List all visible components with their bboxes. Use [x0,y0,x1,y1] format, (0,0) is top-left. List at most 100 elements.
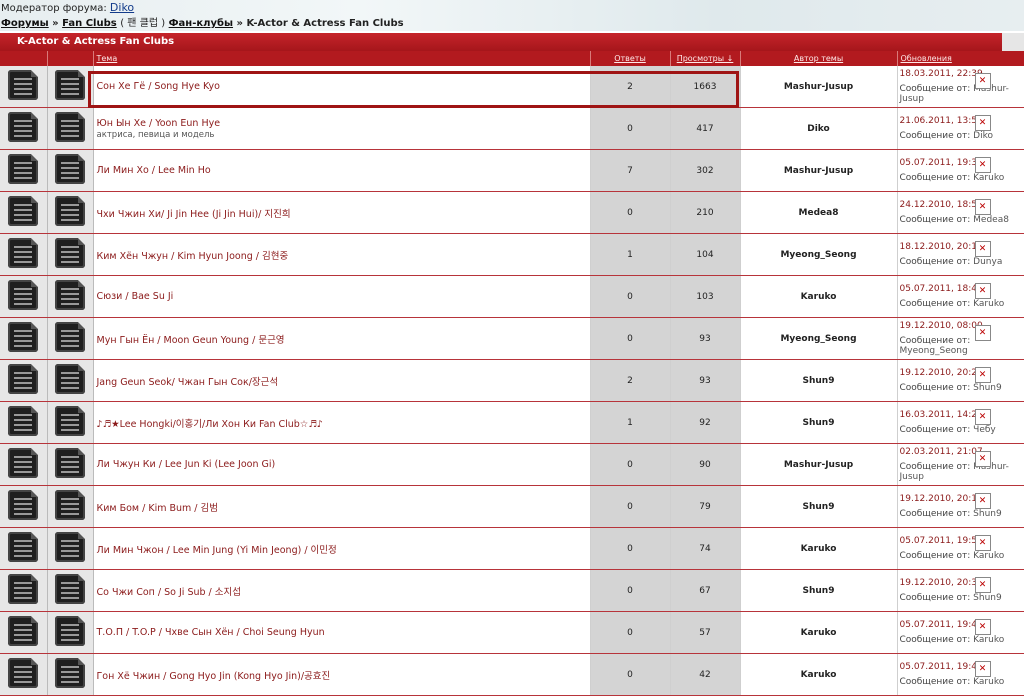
topic-author-link[interactable]: Myeong_Seong [740,317,898,360]
table-row[interactable]: Чхи Чжин Хи/ Ji Jin Hee (Ji Jin Hui)/ 지진… [0,191,1024,234]
topic-status-cell [0,653,48,696]
topic-title-link[interactable]: Со Чжи Соп / So Ji Sub / 소지섭 [97,587,242,598]
topic-author-link[interactable]: Mashur-Jusup [740,443,898,486]
table-row[interactable]: ♪♬★Lee Hongki/이홍기/Ли Хон Ки Fan Club☆♬♪ 1… [0,401,1024,444]
last-post-user[interactable]: Shun9 [973,593,1002,603]
sort-author-link[interactable]: Автор темы [794,54,843,63]
last-post-user[interactable]: Diko [973,131,993,141]
topic-title-link[interactable]: Ким Хён Чжун / Kim Hyun Joong / 김현중 [97,251,289,262]
last-post-by: Сообщение от: Mashur-Jusup [900,84,1024,104]
last-update-cell: 02.03.2011, 21:07 Сообщение от: Mashur-Ju… [897,443,1024,486]
last-post-user[interactable]: Shun9 [973,509,1002,519]
last-post-by: Сообщение от: Myeong_Seong [900,336,1024,356]
topic-title-link[interactable]: Мун Гын Ён / Moon Geun Young / 문근영 [97,335,285,346]
breadcrumb-forums[interactable]: Форумы [1,18,49,29]
last-post-user[interactable]: Karuko [973,299,1004,309]
last-update-cell: 18.03.2011, 22:39 Сообщение от: Mashur-Ju… [897,66,1024,108]
close-box-icon[interactable]: ✕ [974,115,991,131]
table-row[interactable]: Jang Geun Seok/ Чжан Гын Сок/장근석 2 93 Shun9… [0,359,1024,402]
topic-author-link[interactable]: Shun9 [740,569,898,612]
close-box-icon[interactable]: ✕ [974,451,991,467]
table-row[interactable]: Ким Бом / Kim Bum / 김범 0 79 Shun9 19.12.2010… [0,485,1024,528]
document-icon [55,532,85,562]
close-box-icon[interactable]: ✕ [974,199,991,215]
header-author[interactable]: Автор темы [740,51,898,66]
header-views[interactable]: Просмотры ↓ [670,51,741,66]
last-post-user[interactable]: Medea8 [973,215,1009,225]
last-post-user[interactable]: Myeong_Seong [900,346,968,356]
last-post-user[interactable]: Karuko [973,173,1004,183]
topic-title-link[interactable]: Ким Бом / Kim Bum / 김범 [97,503,219,514]
table-row[interactable]: Сон Хе Гё / Song Hye Kyo 2 1663 Mashur-Jusu… [0,66,1024,108]
topic-author-link[interactable]: Karuko [740,527,898,570]
topic-author-link[interactable]: Karuko [740,653,898,696]
sort-updates-link[interactable]: Обновления [901,54,952,63]
topic-title-link[interactable]: Jang Geun Seok/ Чжан Гын Сок/장근석 [97,377,279,388]
close-box-icon[interactable]: ✕ [974,325,991,341]
close-box-icon[interactable]: ✕ [974,241,991,257]
topic-author-link[interactable]: Karuko [740,611,898,654]
sort-replies-link[interactable]: Ответы [614,54,646,63]
replies-count: 0 [590,317,671,360]
breadcrumb-fanclubs-ru[interactable]: Фан-клубы [169,18,233,29]
last-post-date: 05.07.2011, 19:34 [899,158,983,168]
last-post-user[interactable]: Dunya [973,257,1002,267]
header-topic[interactable]: Тема [93,51,591,66]
close-box-icon[interactable]: ✕ [974,493,991,509]
table-row[interactable]: Ли Чжун Ки / Lee Jun Ki (Lee Joon Gi) 0 90… [0,443,1024,486]
topic-title-link[interactable]: Т.О.П / T.O.P / Чхве Сын Хён / Choi Seun… [97,627,325,638]
table-row[interactable]: Со Чжи Соп / So Ji Sub / 소지섭 0 67 Shun9 19.1… [0,569,1024,612]
last-post-user[interactable]: Karuko [973,551,1004,561]
table-row[interactable]: Ли Мин Хо / Lee Min Ho 7 302 Mashur-Jusup 05… [0,149,1024,192]
close-box-icon[interactable]: ✕ [974,661,991,677]
topic-cell: Ли Мин Чжон / Lee Min Jung (Yi Min Jeong… [93,527,591,570]
breadcrumb-fanclubs[interactable]: Fan Clubs [62,18,117,29]
close-box-icon[interactable]: ✕ [974,619,991,635]
last-post-user[interactable]: Shun9 [973,383,1002,393]
topic-title-link[interactable]: Сон Хе Гё / Song Hye Kyo [97,81,220,92]
sort-topic-link[interactable]: Тема [97,54,118,63]
close-box-icon[interactable]: ✕ [974,367,991,383]
header-updates[interactable]: Обновления [897,51,1024,66]
moderator-link[interactable]: Diko [110,1,134,14]
table-row[interactable]: Т.О.П / T.O.P / Чхве Сын Хён / Choi Seun… [0,611,1024,654]
document-icon [55,364,85,394]
topic-title-link[interactable]: Гон Хё Чжин / Gong Hyo Jin (Kong Hyo Jin… [97,671,331,682]
close-box-icon[interactable]: ✕ [974,157,991,173]
topic-author-link[interactable]: Mashur-Jusup [740,149,898,192]
header-replies[interactable]: Ответы [590,51,671,66]
table-row[interactable]: Юн Ын Хе / Yoon Eun Hye актриса, певица и… [0,107,1024,150]
topic-author-link[interactable]: Shun9 [740,401,898,444]
table-row[interactable]: Ли Мин Чжон / Lee Min Jung (Yi Min Jeong… [0,527,1024,570]
table-row[interactable]: Мун Гын Ён / Moon Geun Young / 문근영 0 93 Mye… [0,317,1024,360]
topic-author-link[interactable]: Myeong_Seong [740,233,898,276]
last-post-user[interactable]: Karuko [973,635,1004,645]
close-box-icon[interactable]: ✕ [974,577,991,593]
close-box-icon[interactable]: ✕ [974,283,991,299]
topic-title-link[interactable]: ♪♬★Lee Hongki/이홍기/Ли Хон Ки Fan Club☆♬♪ [97,419,323,430]
table-row[interactable]: Сюзи / Bae Su Ji 0 103 Karuko 05.07.2011, 18… [0,275,1024,318]
topic-author-link[interactable]: Medea8 [740,191,898,234]
table-row[interactable]: Гон Хё Чжин / Gong Hyo Jin (Kong Hyo Jin… [0,653,1024,696]
close-box-icon[interactable]: ✕ [974,409,991,425]
topic-author-link[interactable]: Diko [740,107,898,150]
topic-title-link[interactable]: Юн Ын Хе / Yoon Eun Hye [97,118,221,129]
topic-title-link[interactable]: Сюзи / Bae Su Ji [97,291,174,302]
topic-author-link[interactable]: Shun9 [740,359,898,402]
last-post-user[interactable]: Чебу [973,425,996,435]
topic-author-link[interactable]: Karuko [740,275,898,318]
topic-title-link[interactable]: Ли Мин Хо / Lee Min Ho [97,165,211,176]
topic-title-link[interactable]: Ли Мин Чжон / Lee Min Jung (Yi Min Jeong… [97,545,337,556]
table-row[interactable]: Ким Хён Чжун / Kim Hyun Joong / 김현중 1 104 M… [0,233,1024,276]
topic-cell: Со Чжи Соп / So Ji Sub / 소지섭 [93,569,591,612]
last-post-user[interactable]: Karuko [973,677,1004,687]
topic-author-link[interactable]: Shun9 [740,485,898,528]
replies-count: 0 [590,443,671,486]
moderator-label: Модератор форума: [1,3,107,14]
topic-title-link[interactable]: Ли Чжун Ки / Lee Jun Ki (Lee Joon Gi) [97,459,276,470]
close-box-icon[interactable]: ✕ [974,535,991,551]
close-box-icon[interactable]: ✕ [974,73,991,89]
topic-author-link[interactable]: Mashur-Jusup [740,66,898,108]
topic-title-link[interactable]: Чхи Чжин Хи/ Ji Jin Hee (Ji Jin Hui)/ 지진… [97,209,291,220]
sort-views-link[interactable]: Просмотры ↓ [677,54,734,63]
